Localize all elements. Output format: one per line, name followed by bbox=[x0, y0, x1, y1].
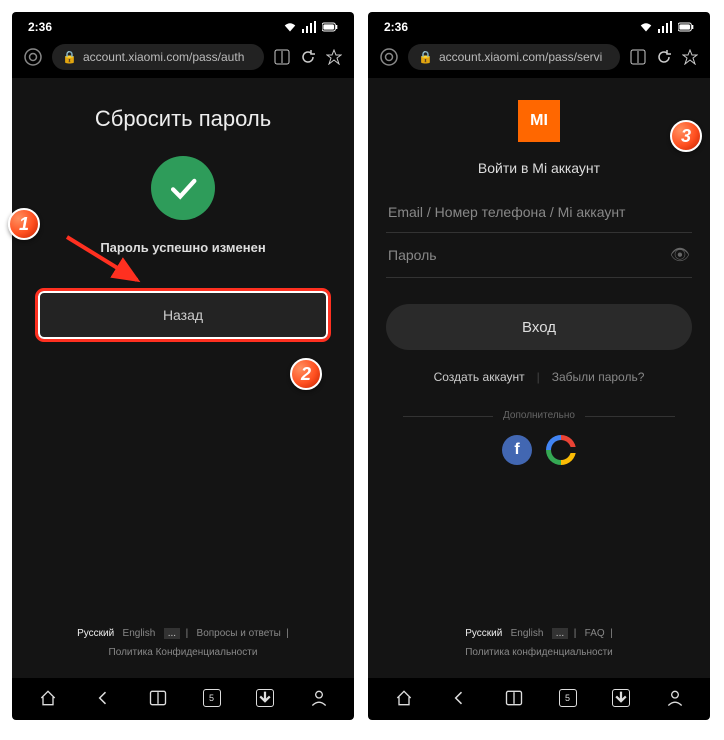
reader-icon[interactable] bbox=[630, 49, 646, 65]
back-icon[interactable] bbox=[449, 688, 469, 708]
clock: 2:36 bbox=[28, 20, 52, 34]
browser-navbar: 5 bbox=[12, 678, 354, 720]
status-icons bbox=[282, 21, 338, 33]
url-field[interactable]: 🔒 account.xiaomi.com/pass/auth bbox=[52, 44, 264, 70]
profile-icon[interactable] bbox=[309, 688, 329, 708]
back-icon[interactable] bbox=[93, 688, 113, 708]
page-title: Сбросить пароль bbox=[95, 106, 271, 132]
status-bar: 2:36 bbox=[368, 12, 710, 40]
faq-link[interactable]: Вопросы и ответы bbox=[197, 628, 281, 639]
login-button[interactable]: Вход bbox=[386, 304, 692, 350]
shield-icon[interactable] bbox=[380, 48, 398, 66]
star-icon[interactable] bbox=[682, 49, 698, 65]
library-icon[interactable] bbox=[148, 688, 168, 708]
tabs-button[interactable]: 5 bbox=[203, 689, 221, 707]
privacy-link[interactable]: Политика конфиденциальности bbox=[465, 647, 613, 658]
social-login-row: f bbox=[502, 435, 576, 465]
url-field[interactable]: 🔒 account.xiaomi.com/pass/servi bbox=[408, 44, 620, 70]
lock-icon: 🔒 bbox=[62, 50, 77, 64]
annotation-arrow bbox=[62, 232, 152, 292]
lang-more[interactable]: ... bbox=[552, 628, 568, 639]
signal-icon bbox=[302, 21, 318, 33]
email-field[interactable]: Email / Номер телефона / Mi аккаунт bbox=[386, 192, 692, 233]
signal-icon bbox=[658, 21, 674, 33]
page-content: MI Войти в Mi аккаунт Email / Номер теле… bbox=[368, 78, 710, 678]
password-placeholder: Пароль bbox=[388, 247, 437, 263]
battery-icon bbox=[678, 21, 694, 33]
privacy-link[interactable]: Политика Конфиденциальности bbox=[109, 647, 258, 658]
annotation-badge-3: 3 bbox=[670, 120, 702, 152]
extra-label: Дополнительно bbox=[503, 410, 575, 421]
lock-icon: 🔒 bbox=[418, 50, 433, 64]
success-checkmark-icon bbox=[151, 156, 215, 220]
lang-en[interactable]: English bbox=[123, 628, 156, 639]
star-icon[interactable] bbox=[326, 49, 342, 65]
home-icon[interactable] bbox=[394, 688, 414, 708]
browser-navbar: 5 bbox=[368, 678, 710, 720]
wifi-icon bbox=[638, 21, 654, 33]
browser-url-bar: 🔒 account.xiaomi.com/pass/servi bbox=[368, 40, 710, 78]
reload-icon[interactable] bbox=[300, 49, 316, 65]
lang-ru[interactable]: Русский bbox=[465, 628, 502, 639]
forgot-password-link[interactable]: Забыли пароль? bbox=[552, 370, 645, 384]
tabs-button[interactable]: 5 bbox=[559, 689, 577, 707]
downloads-button[interactable] bbox=[256, 689, 274, 707]
account-links: Создать аккаунт | Забыли пароль? bbox=[434, 370, 645, 384]
annotation-badge-2: 2 bbox=[290, 358, 322, 390]
password-field[interactable]: Пароль 👁 bbox=[386, 233, 692, 278]
reader-icon[interactable] bbox=[274, 49, 290, 65]
clock: 2:36 bbox=[384, 20, 408, 34]
url-text: account.xiaomi.com/pass/servi bbox=[439, 50, 602, 64]
status-icons bbox=[638, 21, 694, 33]
profile-icon[interactable] bbox=[665, 688, 685, 708]
url-text: account.xiaomi.com/pass/auth bbox=[83, 50, 244, 64]
wifi-icon bbox=[282, 21, 298, 33]
footer-links: Русский English ... | Вопросы и ответы |… bbox=[77, 624, 289, 668]
login-title: Войти в Mi аккаунт bbox=[478, 160, 600, 176]
footer-links: Русский English ... | FAQ | Политика кон… bbox=[465, 624, 613, 668]
downloads-button[interactable] bbox=[612, 689, 630, 707]
reload-icon[interactable] bbox=[656, 49, 672, 65]
eye-icon[interactable]: 👁 bbox=[670, 245, 690, 265]
browser-url-bar: 🔒 account.xiaomi.com/pass/auth bbox=[12, 40, 354, 78]
back-button[interactable]: Назад bbox=[38, 291, 328, 339]
library-icon[interactable] bbox=[504, 688, 524, 708]
lang-ru[interactable]: Русский bbox=[77, 628, 114, 639]
shield-icon[interactable] bbox=[24, 48, 42, 66]
home-icon[interactable] bbox=[38, 688, 58, 708]
phone-left: 1 2 2:36 🔒 account.xiaomi.com/pass/auth … bbox=[12, 12, 354, 720]
facebook-icon[interactable]: f bbox=[502, 435, 532, 465]
annotation-badge-1: 1 bbox=[8, 208, 40, 240]
google-icon[interactable] bbox=[546, 435, 576, 465]
lang-more[interactable]: ... bbox=[164, 628, 180, 639]
lang-en[interactable]: English bbox=[511, 628, 544, 639]
mi-logo: MI bbox=[518, 100, 560, 142]
status-bar: 2:36 bbox=[12, 12, 354, 40]
email-placeholder: Email / Номер телефона / Mi аккаунт bbox=[388, 204, 625, 220]
faq-link[interactable]: FAQ bbox=[585, 628, 605, 639]
battery-icon bbox=[322, 21, 338, 33]
create-account-link[interactable]: Создать аккаунт bbox=[434, 370, 525, 384]
phone-right: 3 2:36 🔒 account.xiaomi.com/pass/servi M… bbox=[368, 12, 710, 720]
